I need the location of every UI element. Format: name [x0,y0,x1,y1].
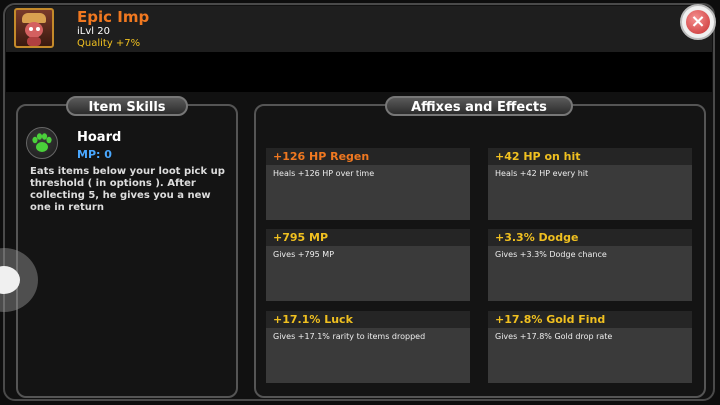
imp-portrait-icon [14,8,54,48]
paw-icon [26,127,58,159]
affix-description: Gives +795 MP [273,250,335,259]
affix-title: +17.1% Luck [273,313,353,326]
affix-description: Gives +17.1% rarity to items dropped [273,332,426,341]
affix-card: +126 HP Regen Heals +126 HP over time [266,148,470,220]
item-quality: Quality +7% [77,38,141,49]
affix-title: +795 MP [273,231,329,244]
affix-card: +3.3% Dodge Gives +3.3% Dodge chance [488,229,692,301]
affix-title: +126 HP Regen [273,150,370,163]
affix-title: +17.8% Gold Find [495,313,606,326]
item-skills-title: Item Skills [66,96,188,116]
close-button[interactable]: × [680,4,716,40]
affix-header: +17.8% Gold Find [488,311,692,328]
affix-card: +42 HP on hit Heals +42 HP every hit [488,148,692,220]
affix-description: Heals +126 HP over time [273,169,375,178]
skill-mp-cost: MP: 0 [77,148,112,161]
imp-eye-left [29,27,33,31]
imp-eye-right [36,27,40,31]
affix-card: +17.8% Gold Find Gives +17.8% Gold drop … [488,311,692,383]
affix-description: Gives +17.8% Gold drop rate [495,332,613,341]
imp-face [25,22,43,38]
affix-header: +126 HP Regen [266,148,470,165]
affix-card: +17.1% Luck Gives +17.1% rarity to items… [266,311,470,383]
affix-title: +42 HP on hit [495,150,581,163]
affix-header: +42 HP on hit [488,148,692,165]
header-subbar [6,52,712,92]
affix-card: +795 MP Gives +795 MP [266,229,470,301]
imp-body [27,37,41,46]
affixes-title: Affixes and Effects [385,96,573,116]
skill-description: Eats items below your loot pick up thres… [30,166,225,213]
item-name: Epic Imp [77,8,150,26]
affix-description: Gives +3.3% Dodge chance [495,250,607,259]
affix-description: Heals +42 HP every hit [495,169,589,178]
affix-header: +3.3% Dodge [488,229,692,246]
item-level: iLvl 20 [77,26,110,37]
affix-header: +795 MP [266,229,470,246]
close-icon: × [686,10,710,34]
affix-header: +17.1% Luck [266,311,470,328]
skill-name: Hoard [77,130,122,145]
affix-title: +3.3% Dodge [495,231,579,244]
